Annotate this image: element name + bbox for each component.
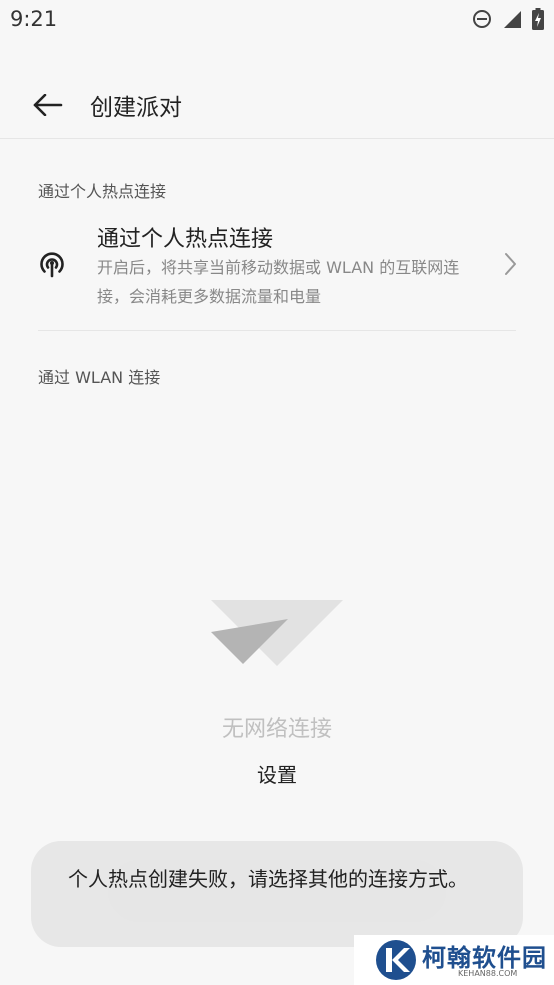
settings-link[interactable]: 设置 bbox=[227, 759, 327, 788]
app-bar-divider bbox=[0, 138, 554, 139]
toast-message: 个人热点创建失败，请选择其他的连接方式。 bbox=[68, 867, 468, 891]
hotspot-item-title: 通过个人热点连接 bbox=[97, 227, 274, 252]
toast: 个人热点创建失败，请选择其他的连接方式。 bbox=[31, 841, 523, 947]
dnd-icon bbox=[473, 10, 491, 28]
hotspot-connect-item[interactable]: 通过个人热点连接 开启后，将共享当前移动数据或 WLAN 的互联网连接，会消耗更… bbox=[0, 215, 554, 315]
battery-charging-icon bbox=[532, 8, 544, 30]
status-time: 9:21 bbox=[10, 7, 58, 31]
signal-icon bbox=[504, 11, 521, 28]
chevron-right-icon bbox=[505, 253, 516, 275]
section-header-wlan: 通过 WLAN 连接 bbox=[38, 368, 161, 387]
back-arrow-icon bbox=[33, 94, 63, 116]
page-title: 创建派对 bbox=[90, 95, 182, 121]
watermark-name: 柯翰软件园 bbox=[422, 944, 547, 972]
hotspot-icon bbox=[40, 252, 64, 278]
section-header-hotspot: 通过个人热点连接 bbox=[38, 182, 167, 201]
app-bar: 创建派对 bbox=[0, 70, 554, 140]
watermark-logo-icon bbox=[376, 940, 416, 980]
no-network-message: 无网络连接 bbox=[221, 717, 332, 742]
hotspot-item-description: 开启后，将共享当前移动数据或 WLAN 的互联网连接，会消耗更多数据流量和电量 bbox=[97, 258, 460, 306]
status-bar: 9:21 bbox=[0, 0, 554, 40]
status-icons bbox=[472, 8, 544, 30]
watermark-url: KEHAN88.COM bbox=[458, 969, 518, 978]
watermark: 柯翰软件园 KEHAN88.COM bbox=[354, 935, 554, 985]
back-button[interactable] bbox=[28, 88, 68, 122]
item-divider bbox=[38, 330, 516, 331]
wifi-off-icon bbox=[211, 600, 343, 666]
